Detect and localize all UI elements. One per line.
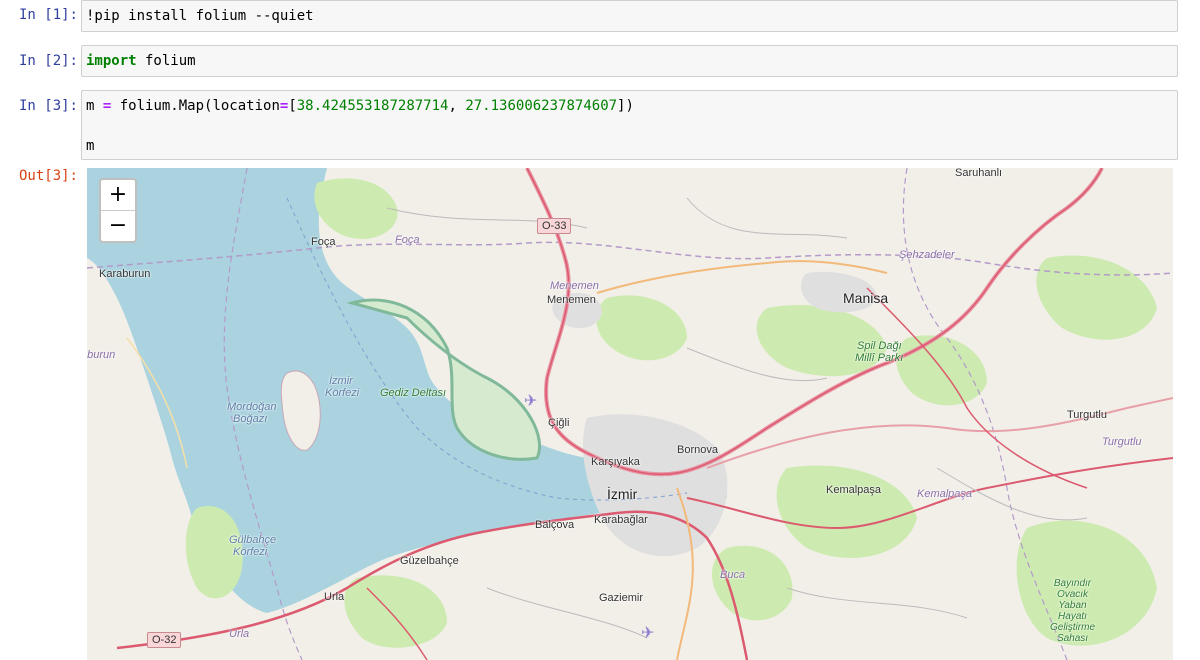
- map-label-foca: Foça: [311, 236, 336, 248]
- map-label-foca-district: Foça: [395, 234, 420, 246]
- code-text: !pip install folium --quiet: [86, 8, 314, 24]
- map-label-spil-1: Spil Dağı: [857, 340, 902, 352]
- map-label-karsiyaka: Karşıyaka: [591, 456, 640, 468]
- map-label-menemen-district: Menemen: [550, 280, 599, 292]
- zoom-out-button[interactable]: −: [101, 211, 135, 241]
- map-label-buca: Buca: [720, 569, 746, 581]
- map-label-bayindir: Bayındır Ovacık Yaban Hayatı Geliştirme …: [1050, 578, 1096, 644]
- map-label-gulbahce-1: Gülbahçe: [229, 534, 277, 546]
- output-prompt: Out[3]:: [18, 168, 78, 184]
- map-label-izmir-korfezi-1: İzmir: [329, 375, 353, 387]
- code-number: 38.424553187287714: [296, 98, 449, 114]
- map-label-izmir: İzmir: [607, 486, 638, 502]
- map-label-bornova: Bornova: [677, 444, 718, 456]
- code-text: ]): [617, 98, 634, 114]
- map-label-karaburun-district: aburun: [87, 349, 116, 361]
- map-label-sehzadeler: Şehzadeler: [899, 249, 955, 261]
- map-label-urla: Urla: [324, 591, 345, 603]
- map-label-mordogan-1: Mordoğan: [227, 401, 277, 413]
- code-number: 27.136006237874607: [465, 98, 618, 114]
- map-label-turgutlu-district: Turgutlu: [1102, 436, 1142, 448]
- input-prompt: In [1]:: [18, 7, 78, 23]
- map-label-gulbahce-2: Körfezi: [233, 546, 268, 558]
- code-text: folium.Map(location: [111, 98, 280, 114]
- map-label-mordogan-2: Boğazı: [233, 413, 268, 425]
- zoom-in-button[interactable]: +: [101, 180, 135, 211]
- svg-text:✈: ✈: [524, 391, 537, 410]
- map-label-karabaglar: Karabağlar: [594, 514, 648, 526]
- folium-map[interactable]: ✈ ✈ + − Karaburun aburun Foça Foça O-33 …: [87, 168, 1173, 660]
- road-shield-o33: O-33: [537, 218, 572, 234]
- svg-text:✈: ✈: [641, 623, 654, 642]
- map-label-kemalpasa: Kemalpaşa: [826, 484, 882, 496]
- map-label-urla-district: Urla: [229, 628, 250, 640]
- map-label-izmir-korfezi-2: Körfezi: [325, 387, 360, 399]
- map-label-gaziemir: Gaziemir: [599, 592, 644, 604]
- code-text: m: [86, 138, 95, 154]
- code-var: m: [86, 98, 103, 114]
- code-input[interactable]: import folium: [81, 45, 1178, 77]
- map-label-karaburun: Karaburun: [99, 268, 151, 280]
- map-label-balcova: Balçova: [535, 519, 575, 531]
- map-label-manisa: Manisa: [843, 290, 889, 306]
- map-label-saruhanli: Saruhanlı: [955, 168, 1003, 179]
- code-input[interactable]: m = folium.Map(location=[38.424553187287…: [81, 90, 1178, 160]
- map-label-kemalpasa-district: Kemalpaşa: [917, 488, 973, 500]
- map-label-cigli: Çiğli: [548, 417, 570, 429]
- code-input[interactable]: !pip install folium --quiet: [81, 0, 1178, 32]
- input-prompt: In [3]:: [18, 98, 78, 114]
- zoom-control[interactable]: + −: [99, 178, 137, 243]
- code-text: folium: [136, 53, 196, 69]
- map-label-guzelbahce: Güzelbahçe: [400, 555, 459, 567]
- input-prompt: In [2]:: [18, 53, 78, 69]
- road-shield-o32: O-32: [147, 632, 182, 648]
- keyword-import: import: [86, 53, 137, 69]
- code-text: ,: [448, 98, 466, 114]
- map-label-turgutlu: Turgutlu: [1067, 409, 1107, 421]
- code-text: [: [288, 98, 297, 114]
- map-label-spil-2: Millî Parkı: [855, 352, 904, 364]
- map-label-menemen: Menemen: [547, 294, 596, 306]
- map-label-gediz: Gediz Deltası: [380, 387, 447, 399]
